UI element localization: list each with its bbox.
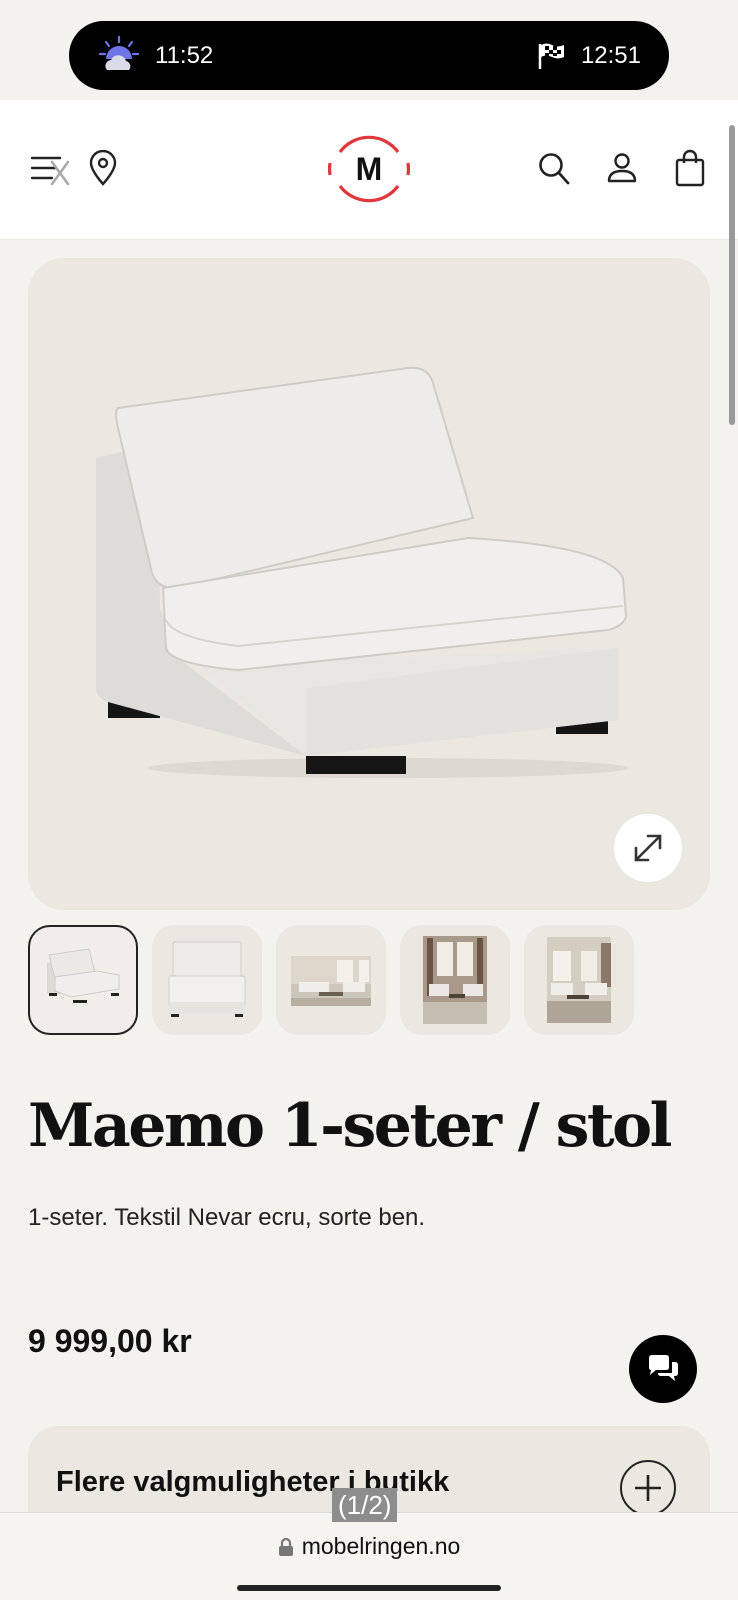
thumbnail-strip — [28, 925, 634, 1035]
thumbnail-2[interactable] — [152, 925, 262, 1035]
shopping-bag-icon[interactable] — [674, 148, 706, 188]
page-counter: (1/2) — [332, 1488, 398, 1522]
thumbnail-4[interactable] — [400, 925, 510, 1035]
lock-icon — [278, 1537, 293, 1556]
thumbnail-1[interactable] — [28, 925, 138, 1035]
weather-moon-cloud-icon — [97, 34, 141, 78]
browser-address-bar: mobelringen.no — [0, 1512, 738, 1600]
logo-letter: M — [355, 150, 383, 187]
expand-arrows-icon — [634, 834, 662, 862]
status-pill: 11:52 12:51 — [69, 21, 669, 90]
plus-icon[interactable] — [620, 1460, 676, 1516]
status-right: 12:51 — [537, 42, 641, 70]
product-description: 1-seter. Tekstil Nevar ecru, sorte ben. — [28, 1204, 426, 1231]
product-title: Maemo 1-seter / stol — [28, 1091, 672, 1161]
chat-button[interactable] — [629, 1335, 697, 1403]
product-image[interactable] — [28, 258, 710, 910]
site-header: M — [0, 100, 738, 240]
url-text: mobelringen.no — [301, 1533, 461, 1559]
home-indicator[interactable] — [237, 1585, 501, 1591]
checkered-flag-icon — [537, 42, 567, 70]
thumbnail-5[interactable] — [524, 925, 634, 1035]
url-field[interactable]: mobelringen.no — [0, 1533, 738, 1560]
status-time-right: 12:51 — [580, 41, 641, 69]
search-icon[interactable] — [536, 150, 572, 188]
product-price: 9 999,00 kr — [28, 1323, 192, 1359]
menu-close-icon[interactable] — [30, 150, 70, 190]
expand-image-button[interactable] — [614, 814, 682, 882]
location-pin-icon[interactable] — [86, 148, 120, 188]
chat-bubbles-icon — [649, 1355, 678, 1381]
brand-logo[interactable]: M — [326, 126, 412, 212]
account-icon[interactable] — [605, 150, 639, 186]
status-bar: 11:52 12:51 — [0, 0, 738, 100]
chair-image — [96, 366, 628, 778]
scrollbar[interactable] — [729, 125, 735, 425]
status-left: 11:52 — [97, 34, 213, 78]
thumbnail-3[interactable] — [276, 925, 386, 1035]
status-time-left: 11:52 — [155, 41, 214, 69]
